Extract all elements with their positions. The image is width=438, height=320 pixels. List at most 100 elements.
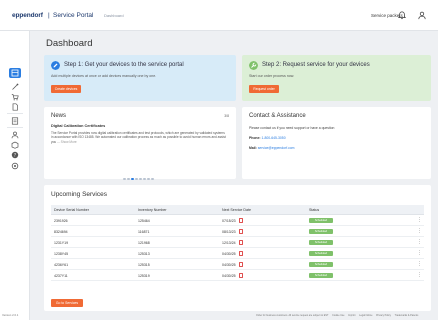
cell-serial: 2391926 — [54, 219, 68, 223]
column-header-serial[interactable]: Device Serial Number — [54, 208, 89, 212]
cell-inventory: 125313 — [138, 252, 150, 256]
news-headline: Digital Calibration Certificates — [51, 124, 106, 128]
cell-date: 04/30/25 — [222, 252, 236, 256]
footer-link-cookie[interactable]: Cookie Use — [332, 314, 344, 317]
column-header-date[interactable]: Next Service Date — [222, 208, 251, 212]
portal-breadcrumb: Dashboard — [104, 13, 124, 18]
table-header: Device Serial Number Inventory Number Ne… — [51, 205, 424, 215]
pipette-icon[interactable] — [11, 83, 19, 91]
table-row[interactable]: 1231Y19 121968 12/13/24 Scheduled ⋮ — [51, 237, 424, 248]
pagination-dot-active[interactable] — [131, 177, 134, 180]
document-icon[interactable] — [11, 103, 19, 111]
bell-icon[interactable] — [398, 11, 406, 20]
pagination-dot[interactable] — [143, 177, 146, 180]
status-badge: Scheduled — [309, 262, 333, 267]
more-options-icon[interactable]: ⋮ — [417, 229, 422, 234]
users-icon[interactable] — [11, 131, 19, 139]
table-row[interactable]: 1238Y45 125313 04/30/25 Scheduled ⋮ — [51, 248, 424, 259]
phone-label: Phone: — [249, 136, 261, 140]
dashboard-icon[interactable] — [11, 69, 19, 77]
cart-icon[interactable] — [11, 93, 19, 101]
pagination-dot[interactable] — [127, 177, 130, 180]
news-title: News — [51, 113, 67, 119]
news-counter: 3/8 — [224, 114, 229, 118]
go-to-services-button[interactable]: Go to Services — [51, 299, 83, 307]
more-options-icon[interactable]: ⋮ — [417, 262, 422, 267]
calendar-icon[interactable] — [239, 273, 243, 278]
cell-inventory: 125464 — [138, 219, 150, 223]
calendar-icon[interactable] — [239, 262, 243, 267]
sidebar: ? » — [0, 31, 30, 320]
pagination-dot[interactable] — [147, 177, 150, 180]
cell-date: 04/30/25 — [222, 274, 236, 278]
cell-inventory: 125315 — [138, 263, 150, 267]
status-badge: Scheduled — [309, 218, 333, 223]
status-badge: Scheduled — [309, 251, 333, 256]
footer-link-trademarks[interactable]: Trademarks & Patents — [395, 314, 419, 317]
pagination-dot[interactable] — [151, 177, 154, 180]
calendar-icon[interactable] — [239, 240, 243, 245]
contact-description: Please contact us if you need support or… — [249, 126, 335, 130]
news-card: News 3/8 Digital Calibration Certificate… — [44, 107, 236, 180]
mail-link[interactable]: service@eppendorf.com — [258, 146, 295, 150]
box-icon[interactable] — [11, 141, 19, 149]
user-icon[interactable] — [418, 11, 426, 20]
table-row[interactable]: 4237Y11 125319 04/30/25 Scheduled ⋮ — [51, 270, 424, 281]
create-devices-button[interactable]: Create devices — [51, 85, 81, 93]
footer-link-imprint[interactable]: Imprint — [348, 314, 355, 317]
status-badge: Scheduled — [309, 229, 333, 234]
status-badge: Scheduled — [309, 273, 333, 278]
footer: Order for business customers. All servic… — [256, 314, 438, 317]
report-icon[interactable] — [11, 117, 19, 125]
step2-card: Step 2: Request service for your devices… — [242, 55, 431, 101]
cell-inventory: 125319 — [138, 274, 150, 278]
version-label: Version 2.0.1 — [2, 313, 19, 317]
page-title: Dashboard — [46, 38, 93, 49]
contact-card: Contact & Assistance Please contact us i… — [242, 107, 431, 179]
contact-phone: Phone: 1-800-645-3050 — [249, 136, 286, 140]
cell-date: 07/15/23 — [222, 219, 236, 223]
footer-link-privacy[interactable]: Privacy Policy — [376, 314, 391, 317]
cell-serial: 8324694 — [54, 230, 68, 234]
cell-inventory: 116871 — [138, 230, 150, 234]
more-options-icon[interactable]: ⋮ — [417, 273, 422, 278]
cell-date: 08/13/23 — [222, 230, 236, 234]
settings-icon[interactable] — [11, 162, 19, 170]
step2-description: Start our order process now. — [249, 74, 295, 78]
table-row[interactable]: 4236Y61 125315 04/30/25 Scheduled ⋮ — [51, 259, 424, 270]
more-options-icon[interactable]: ⋮ — [417, 218, 422, 223]
cell-serial: 4237Y11 — [54, 274, 68, 278]
status-badge: Scheduled — [309, 240, 333, 245]
request-order-button[interactable]: Request order — [249, 85, 279, 93]
step1-description: Add multiple devices at once or add devi… — [51, 74, 157, 78]
column-header-status[interactable]: Status — [309, 208, 319, 212]
mail-label: Mail: — [249, 146, 257, 150]
sidebar-divider — [7, 113, 23, 114]
contact-title: Contact & Assistance — [249, 113, 306, 119]
cell-serial: 1231Y19 — [54, 241, 69, 245]
help-icon[interactable]: ? — [11, 151, 19, 159]
more-options-icon[interactable]: ⋮ — [417, 240, 422, 245]
pagination-dot[interactable] — [135, 177, 138, 180]
cell-date: 04/30/25 — [222, 263, 236, 267]
table-row[interactable]: 2391926 125464 07/15/23 Scheduled ⋮ — [51, 215, 424, 226]
calendar-icon[interactable] — [239, 229, 243, 234]
upcoming-services-card: Upcoming Services Device Serial Number I… — [44, 185, 431, 311]
phone-link[interactable]: 1-800-645-3050 — [261, 136, 285, 140]
sidebar-divider — [7, 127, 23, 128]
show-more-link[interactable]: Show More — [61, 140, 77, 144]
table-row[interactable]: 8324694 116871 08/13/23 Scheduled ⋮ — [51, 226, 424, 237]
pagination-dot[interactable] — [123, 177, 126, 180]
column-header-inventory[interactable]: Inventory Number — [138, 208, 167, 212]
calendar-icon[interactable] — [239, 218, 243, 223]
cell-serial: 4236Y61 — [54, 263, 69, 267]
news-pagination — [123, 167, 155, 180]
footer-link-legal[interactable]: Legal Notice — [359, 314, 372, 317]
pagination-dot[interactable] — [139, 177, 142, 180]
logo-separator: | — [48, 12, 50, 19]
more-options-icon[interactable]: ⋮ — [417, 251, 422, 256]
contact-mail: Mail: service@eppendorf.com — [249, 146, 295, 150]
upcoming-services-table: Device Serial Number Inventory Number Ne… — [51, 205, 424, 281]
calendar-icon[interactable] — [239, 251, 243, 256]
eppendorf-logo[interactable]: eppendorf — [12, 12, 43, 19]
